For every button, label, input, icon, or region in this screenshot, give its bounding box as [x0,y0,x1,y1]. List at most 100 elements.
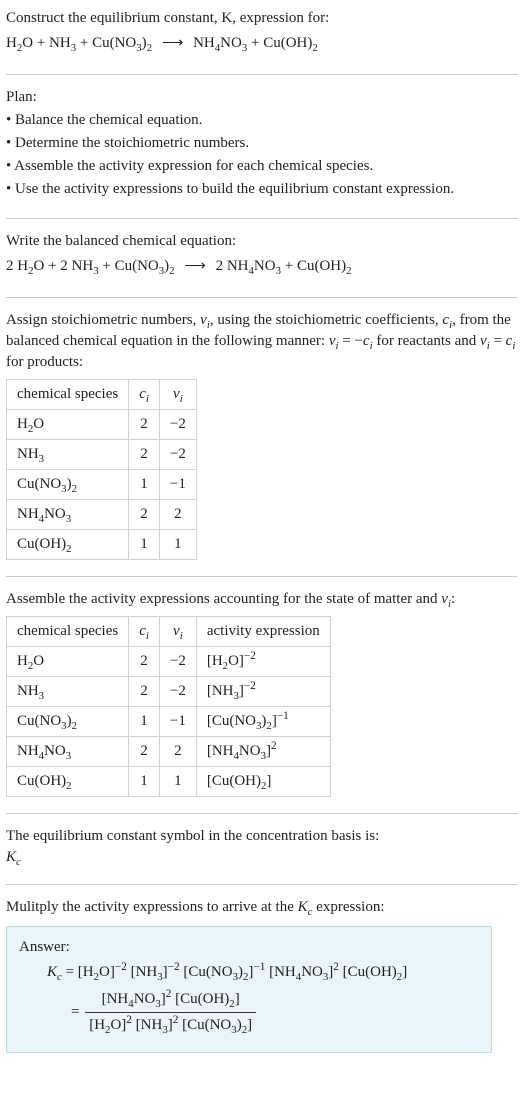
sub: 2 [147,42,152,54]
balanced-title: Write the balanced chemical equation: [6,231,518,252]
table-row: Cu(OH)2 1 1 [Cu(OH)2] [7,767,331,797]
i: i [512,340,515,352]
K: K [47,964,57,980]
f: + Cu(NO [99,258,159,274]
nu: ν [173,623,180,639]
section-plan: Plan: • Balance the chemical equation. •… [6,87,518,219]
cell-nui: −2 [159,647,196,677]
f: 2 H [6,258,28,274]
th-species: chemical species [7,617,129,647]
construct-title: Construct the equilibrium constant, K, e… [6,8,518,29]
th-nui: νi [159,617,196,647]
cell-activity: [NH4NO3]2 [196,737,330,767]
th-nui: νi [159,380,196,410]
table-row: NH4NO3 2 2 [7,500,197,530]
i: i [180,393,183,405]
f: H [6,35,17,51]
multiply-title: Mulitply the activity expressions to arr… [6,897,518,918]
nu: ν [441,591,448,607]
f: + Cu(NO [76,35,136,51]
cell-species: Cu(OH)2 [7,530,129,560]
kc-symbol-text: The equilibrium constant symbol in the c… [6,826,518,847]
nu: ν [200,312,207,328]
f: 2 NH [216,258,249,274]
kc-expression-line2: = [NH4NO3]2 [Cu(OH)2] [H2O]2 [NH3]2 [Cu(… [71,989,479,1036]
cell-ci: 1 [129,530,160,560]
cell-ci: 2 [129,500,160,530]
cell-species: NH3 [7,440,129,470]
arrow-icon: ⟶ [184,258,206,274]
cell-species: NH4NO3 [7,737,129,767]
section-balanced: Write the balanced chemical equation: 2 … [6,231,518,298]
plan-title: Plan: [6,87,518,108]
sub: 2 [312,42,317,54]
table-row: Cu(NO3)2 1 −1 [7,470,197,500]
t: expression: [312,899,384,915]
th-ci: ci [129,380,160,410]
cell-activity: [Cu(OH)2] [196,767,330,797]
f: NO [220,35,242,51]
sub: 2 [346,265,351,277]
arrow-icon: ⟶ [162,35,184,51]
nu: ν [173,386,180,402]
activity-intro: Assemble the activity expressions accoun… [6,589,518,610]
section-answer: Mulitply the activity expressions to arr… [6,897,518,1069]
kc-expression-line1: Kc = [H2O]−2 [NH3]−2 [Cu(NO3)2]−1 [NH4NO… [47,962,479,983]
cell-nui: 1 [159,767,196,797]
cell-species: Cu(OH)2 [7,767,129,797]
t: = − [338,333,362,349]
table-row: NH3 2 −2 [7,440,197,470]
t: Assign stoichiometric numbers, [6,312,200,328]
table-row: H2O 2 −2 [7,410,197,440]
c: c [16,856,21,868]
answer-label: Answer: [19,937,479,958]
i: i [180,630,183,642]
cell-ci: 1 [129,707,160,737]
cell-ci: 2 [129,677,160,707]
c: c [139,623,146,639]
nu: ν [480,333,487,349]
cell-nui: −2 [159,677,196,707]
th-activity: activity expression [196,617,330,647]
fraction-num: [NH4NO3]2 [Cu(OH)2] [85,989,256,1013]
cell-nui: 1 [159,530,196,560]
t: for reactants and [373,333,480,349]
stoich-table: chemical species ci νi H2O 2 −2 NH3 2 −2… [6,379,197,560]
table-header-row: chemical species c i νi activity expressi… [7,617,331,647]
f: NO [254,258,276,274]
balanced-equation: 2 H2O + 2 NH3 + Cu(NO3)2 ⟶ 2 NH4NO3 + Cu… [6,256,518,277]
f: O + 2 NH [34,258,94,274]
f: + Cu(OH) [247,35,312,51]
table-row: Cu(OH)2 1 1 [7,530,197,560]
stoich-intro: Assign stoichiometric numbers, νi, using… [6,310,518,373]
f: O + NH [22,35,70,51]
cell-species: NH3 [7,677,129,707]
t: Assemble the activity expressions accoun… [6,591,441,607]
plan-bullet: • Balance the chemical equation. [6,110,518,131]
t: Mulitply the activity expressions to arr… [6,899,298,915]
cell-species: Cu(NO3)2 [7,470,129,500]
cell-species: H2O [7,410,129,440]
answer-box: Answer: Kc = [H2O]−2 [NH3]−2 [Cu(NO3)2]−… [6,926,492,1053]
t: for products: [6,354,83,370]
section-activity: Assemble the activity expressions accoun… [6,589,518,814]
table-row: Cu(NO3)2 1 −1 [Cu(NO3)2]−1 [7,707,331,737]
K: K [6,849,16,865]
cell-activity: [Cu(NO3)2]−1 [196,707,330,737]
cell-ci: 2 [129,737,160,767]
section-stoich: Assign stoichiometric numbers, νi, using… [6,310,518,577]
section-construct: Construct the equilibrium constant, K, e… [6,8,518,75]
plan-bullet: • Use the activity expressions to build … [6,179,518,200]
th-species: chemical species [7,380,129,410]
K: K [298,899,308,915]
cell-ci: 1 [129,470,160,500]
cell-ci: 2 [129,440,160,470]
kc-var: Kc [6,847,518,868]
unbalanced-equation: H2O + NH3 + Cu(NO3)2 ⟶ NH4NO3 + Cu(OH)2 [6,33,518,54]
cell-nui: 2 [159,500,196,530]
cell-species: NH4NO3 [7,500,129,530]
eq: = [62,964,78,980]
cell-ci: 1 [129,767,160,797]
cell-activity: [NH3]−2 [196,677,330,707]
cell-nui: −2 [159,440,196,470]
